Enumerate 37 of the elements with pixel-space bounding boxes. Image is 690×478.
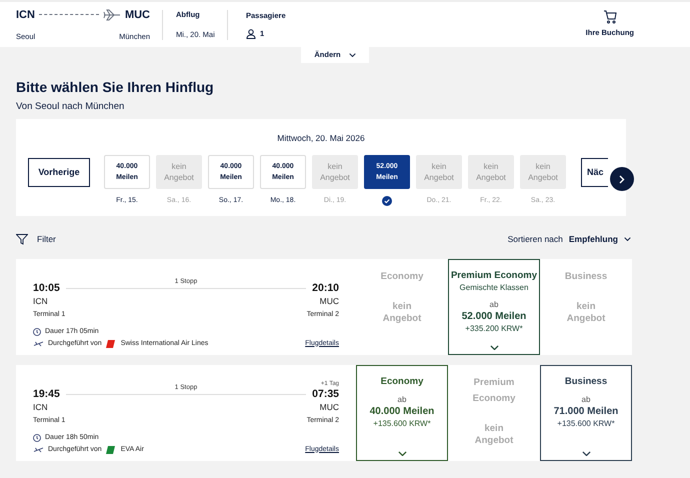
filter-button[interactable]: Filter: [37, 232, 56, 246]
arrival-time: 20:10: [312, 282, 339, 294]
fare-option[interactable]: Business ab 71.000 Meilen +135.600 KRW*: [540, 365, 632, 461]
airport-code: MUC: [320, 400, 339, 412]
chevron-down-icon: [398, 450, 406, 456]
clock-icon: [33, 434, 41, 442]
airport-code: MUC: [320, 294, 339, 306]
destination-code: MUC: [124, 8, 150, 23]
previous-button[interactable]: Vorherige: [28, 158, 90, 187]
cart-icon: [602, 10, 617, 24]
chevron-right-icon: [619, 174, 625, 184]
airport-code: ICN: [33, 294, 48, 306]
sort-dropdown[interactable]: Empfehlung: [568, 232, 631, 246]
arrival-time: 07:35: [312, 388, 339, 400]
chevron-down-icon: [582, 450, 590, 456]
chevron-down-icon: [624, 236, 631, 242]
page-subtitle: Von Seoul nach München: [16, 101, 126, 113]
fare-option[interactable]: Economy ab 40.000 Meilen +135.600 KRW*: [356, 365, 448, 461]
departure-time: 19:45: [33, 388, 60, 400]
airport-code: ICN: [33, 400, 48, 412]
sort-label: Sortieren nach: [508, 232, 563, 246]
selected-date-heading: Mittwoch, 20. Mai 2026: [277, 133, 365, 143]
page-title: Bitte wählen Sie Ihren Hinflug: [16, 78, 215, 96]
departure-time: 10:05: [33, 282, 60, 294]
filter-icon: [16, 234, 28, 244]
chevron-down-icon: [490, 344, 498, 350]
origin-code: ICN: [16, 8, 35, 23]
next-button[interactable]: Näc: [581, 158, 608, 187]
next-arrow-button[interactable]: [610, 167, 634, 191]
clock-icon: [33, 328, 41, 336]
chevron-down-icon: [348, 52, 356, 58]
fare-option: Economy kein Angebot: [356, 259, 448, 355]
fare-option: Premium Economy kein Angebot: [448, 365, 540, 461]
person-icon: [246, 28, 256, 39]
check-icon: [382, 196, 392, 206]
fare-option: Business kein Angebot: [540, 259, 632, 355]
fare-option[interactable]: Premium Economy Gemischte Klassen ab 52.000 Meilen +335.200 KRW*: [448, 259, 540, 355]
